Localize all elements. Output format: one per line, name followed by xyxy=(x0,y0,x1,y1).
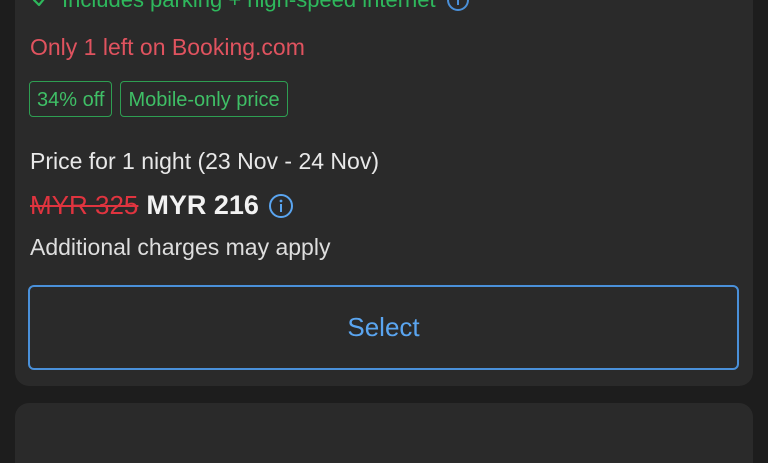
includes-row: Includes parking + high-speed internet xyxy=(30,0,470,14)
discount-badge: 34% off xyxy=(29,81,113,117)
info-icon[interactable] xyxy=(446,0,470,12)
price-row: MYR 325 MYR 216 xyxy=(30,190,295,221)
badges-row: 34% off Mobile-only price xyxy=(29,81,288,117)
mobile-price-badge: Mobile-only price xyxy=(120,81,288,117)
includes-text: Includes parking + high-speed internet xyxy=(62,0,436,13)
original-price: MYR 325 xyxy=(30,190,139,220)
select-button[interactable]: Select xyxy=(28,285,739,370)
additional-charges-text: Additional charges may apply xyxy=(30,234,331,260)
discounted-price: MYR 216 xyxy=(146,190,259,220)
info-icon[interactable] xyxy=(267,192,295,220)
check-icon xyxy=(30,0,52,11)
availability-text: Only 1 left on Booking.com xyxy=(30,34,305,60)
price-for-nights: Price for 1 night (23 Nov - 24 Nov) xyxy=(30,148,379,174)
next-card xyxy=(15,403,753,463)
